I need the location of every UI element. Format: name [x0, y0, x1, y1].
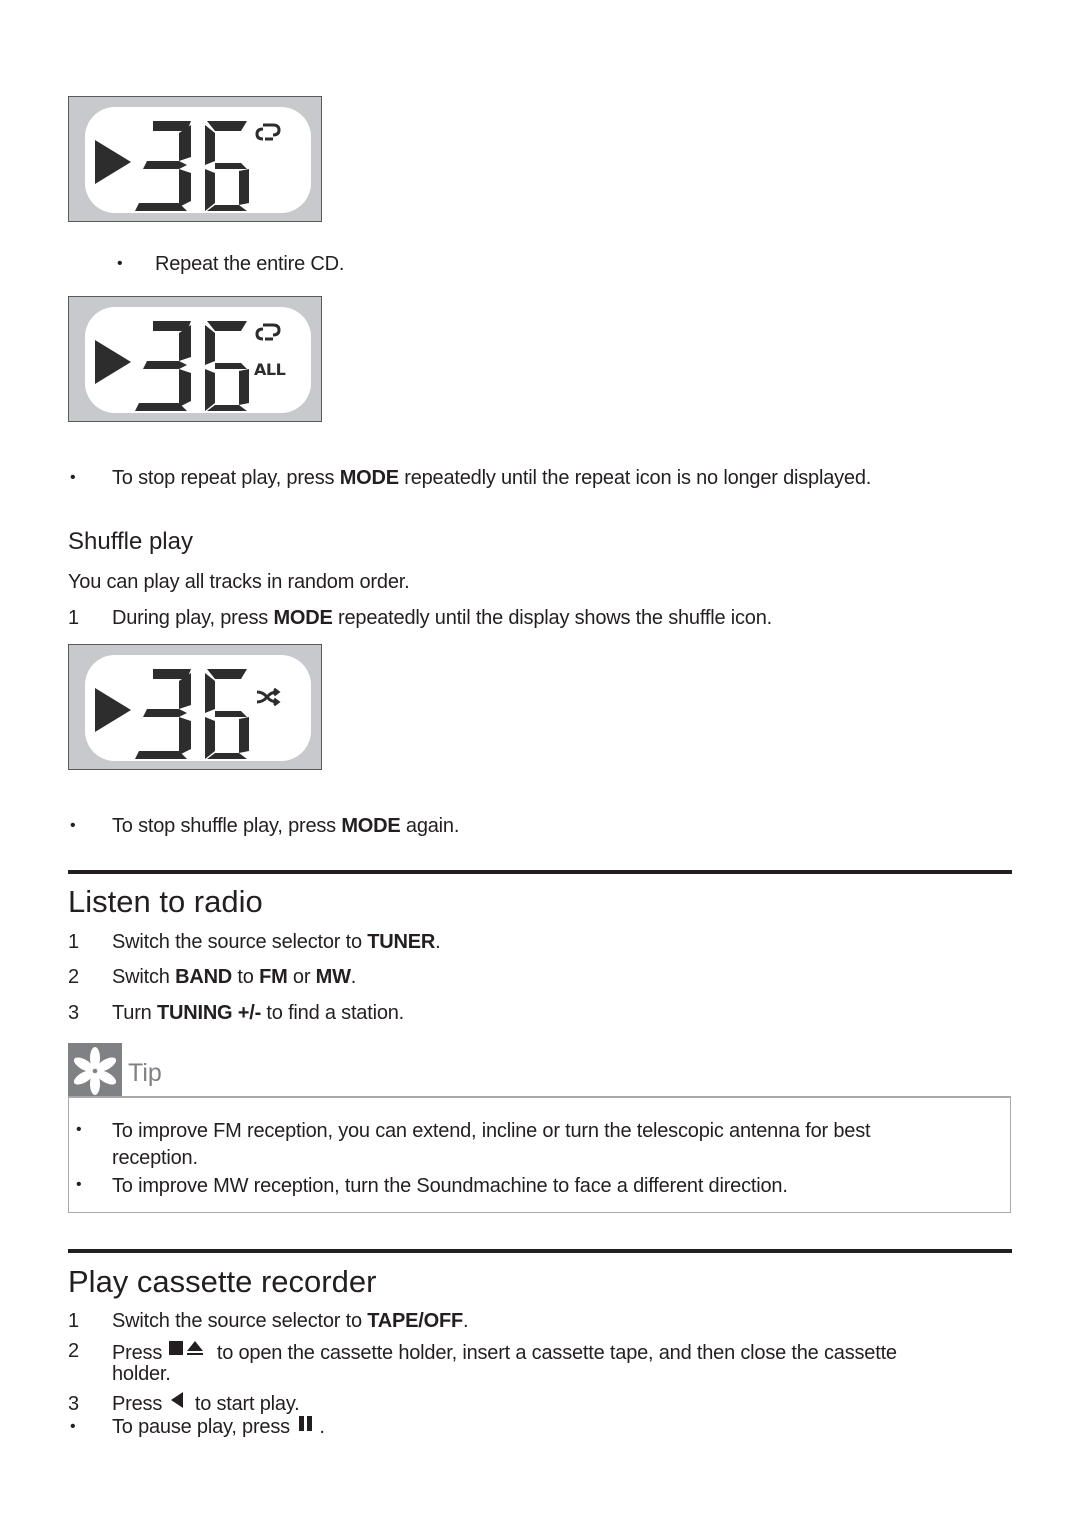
tip-mw: To improve MW reception, turn the Soundm… — [112, 1175, 788, 1197]
text: to start play. — [189, 1393, 300, 1415]
play-cassette-heading: Play cassette recorder — [68, 1264, 377, 1299]
text: or — [287, 966, 316, 988]
text: . — [435, 931, 441, 953]
text: to open the cassette holder, insert a ca… — [211, 1342, 897, 1364]
text: To stop shuffle play, press — [112, 815, 342, 837]
repeat-icon — [255, 123, 281, 141]
text: To stop repeat play, press — [112, 467, 340, 489]
lcd-display-repeat-all: ALL — [68, 296, 322, 422]
bullet-icon: • — [76, 1176, 82, 1193]
text: . — [350, 966, 357, 988]
bullet-icon: • — [70, 817, 76, 834]
cassette-step-1: Switch the source selector to TAPE/OFF. — [112, 1309, 469, 1333]
text: to find a station. — [261, 1002, 405, 1024]
step-number: 3 — [68, 1393, 80, 1415]
cassette-pause-note: To pause play, press . — [112, 1415, 325, 1439]
text: . — [319, 1416, 325, 1438]
text: Switch the source selector to — [112, 931, 368, 953]
bullet-icon: • — [70, 1418, 76, 1435]
radio-step-3: Turn TUNING +/- to find a station. — [112, 1001, 404, 1025]
mode-key-label: MODE — [339, 467, 399, 489]
text: again. — [400, 815, 460, 837]
section-divider — [68, 1249, 1012, 1253]
mw-label: MW — [315, 966, 351, 988]
tuning-key-label: TUNING +/- — [156, 1002, 262, 1024]
shuffle-step-1: During play, press MODE repeatedly until… — [112, 606, 772, 630]
tip-fm-line-2: reception. — [112, 1147, 198, 1169]
seven-segment-digits — [135, 321, 249, 411]
text: to — [232, 966, 260, 988]
mode-key-label: MODE — [273, 607, 333, 629]
repeat-all-indicator: ALL — [254, 360, 286, 379]
cassette-step-3: Press to start play. — [112, 1392, 300, 1416]
stop-repeat-note: To stop repeat play, press MODE repeated… — [112, 466, 871, 490]
pause-icon — [299, 1416, 313, 1431]
text: To pause play, press — [112, 1416, 296, 1438]
text: Press — [112, 1342, 168, 1364]
band-key-label: BAND — [175, 966, 233, 988]
play-indicator-icon — [95, 340, 131, 384]
step-number: 3 — [68, 1002, 80, 1024]
seven-segment-digits — [135, 669, 249, 759]
cassette-step-2: Press to open the cassette holder, inser… — [112, 1339, 897, 1365]
step-number: 1 — [68, 1310, 80, 1332]
step-number: 1 — [68, 931, 80, 953]
tuner-key-label: TUNER — [367, 931, 436, 953]
step-number: 2 — [68, 966, 80, 988]
text: . — [463, 1310, 469, 1332]
radio-step-1: Switch the source selector to TUNER. — [112, 930, 441, 954]
lcd-display-repeat — [68, 96, 322, 222]
bullet-icon: • — [117, 255, 123, 272]
play-left-icon — [171, 1392, 184, 1408]
shuffle-icon — [256, 687, 281, 707]
fm-label: FM — [259, 966, 288, 988]
text: Press — [112, 1393, 168, 1415]
seven-segment-digits — [135, 121, 249, 211]
radio-step-2: Switch BAND to FM or MW. — [112, 965, 356, 989]
tip-fm-line-1: To improve FM reception, you can extend,… — [112, 1120, 871, 1142]
lcd-display-shuffle — [68, 644, 322, 770]
play-indicator-icon — [95, 688, 131, 732]
step-number: 1 — [68, 607, 80, 629]
play-indicator-icon — [95, 140, 131, 184]
text: repeatedly until the display shows the s… — [332, 607, 772, 629]
tip-label: Tip — [128, 1059, 162, 1087]
lcd-graphic — [95, 669, 281, 759]
section-divider — [68, 870, 1012, 874]
tip-asterisk-icon — [68, 1043, 122, 1097]
repeat-all-description: Repeat the entire CD. — [155, 253, 345, 275]
cassette-step-2-cont: holder. — [112, 1363, 171, 1385]
repeat-icon — [255, 323, 281, 341]
stop-shuffle-note: To stop shuffle play, press MODE again. — [112, 814, 459, 838]
mode-key-label: MODE — [341, 815, 401, 837]
text: Switch — [112, 966, 176, 988]
listen-to-radio-heading: Listen to radio — [68, 884, 263, 919]
shuffle-play-heading: Shuffle play — [68, 528, 193, 555]
text: repeatedly until the repeat icon is no l… — [398, 467, 872, 489]
text: Switch the source selector to — [112, 1310, 368, 1332]
lcd-graphic — [95, 121, 281, 211]
step-number: 2 — [68, 1340, 80, 1362]
stop-eject-icon — [169, 1341, 204, 1355]
text: Turn — [112, 1002, 157, 1024]
bullet-icon: • — [76, 1121, 82, 1138]
text: During play, press — [112, 607, 274, 629]
bullet-icon: • — [70, 469, 76, 486]
shuffle-intro: You can play all tracks in random order. — [68, 571, 410, 593]
tape-off-key-label: TAPE/OFF — [367, 1310, 464, 1332]
